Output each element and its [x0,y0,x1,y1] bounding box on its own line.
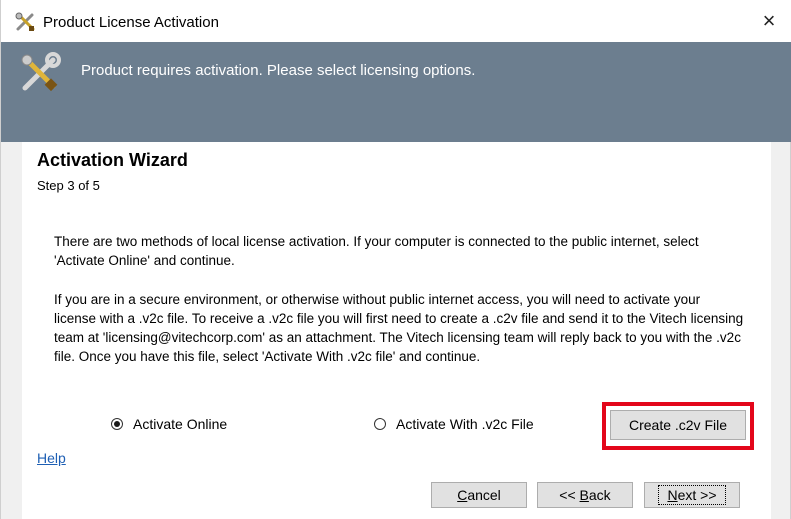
activate-v2c-label: Activate With .v2c File [396,416,534,432]
activate-v2c-radio[interactable]: Activate With .v2c File [374,416,534,432]
cancel-button[interactable]: Cancel [431,482,527,508]
instructions-paragraph-online: There are two methods of local license a… [54,234,699,268]
help-link[interactable]: Help [37,450,66,466]
back-button[interactable]: << Back [537,482,633,508]
next-button[interactable]: Next >> [644,482,740,508]
cancel-mnemonic: C [457,487,468,503]
tools-icon [19,52,61,94]
instructions-paragraph-offline: If you are in a secure environment, or o… [54,292,744,364]
header-banner: Product requires activation. Please sele… [1,42,791,142]
cancel-label: ancel [467,487,501,503]
next-focus-rect: Next >> [658,485,726,505]
wizard-panel: Activation Wizard Step 3 of 5 There are … [22,142,771,519]
back-label: ack [588,487,611,503]
activate-online-radio[interactable]: Activate Online [111,416,227,432]
next-mnemonic: N [667,487,678,503]
step-indicator: Step 3 of 5 [37,178,100,193]
create-c2v-button[interactable]: Create .c2v File [610,410,746,440]
next-label: ext >> [677,487,717,503]
close-button[interactable]: × [746,0,791,42]
license-activation-window: Product License Activation × Product req… [0,0,791,519]
activate-online-label: Activate Online [133,416,228,432]
radio-selected-icon [111,418,123,430]
window-title: Product License Activation [43,14,219,31]
radio-unselected-icon [374,418,386,430]
tools-icon [15,12,37,32]
back-mnemonic: B [579,487,589,503]
close-icon: × [762,8,776,33]
title-bar: Product License Activation × [1,0,791,42]
banner-message: Product requires activation. Please sele… [81,62,476,79]
wizard-title: Activation Wizard [37,150,188,170]
back-arrows: << [559,487,580,503]
